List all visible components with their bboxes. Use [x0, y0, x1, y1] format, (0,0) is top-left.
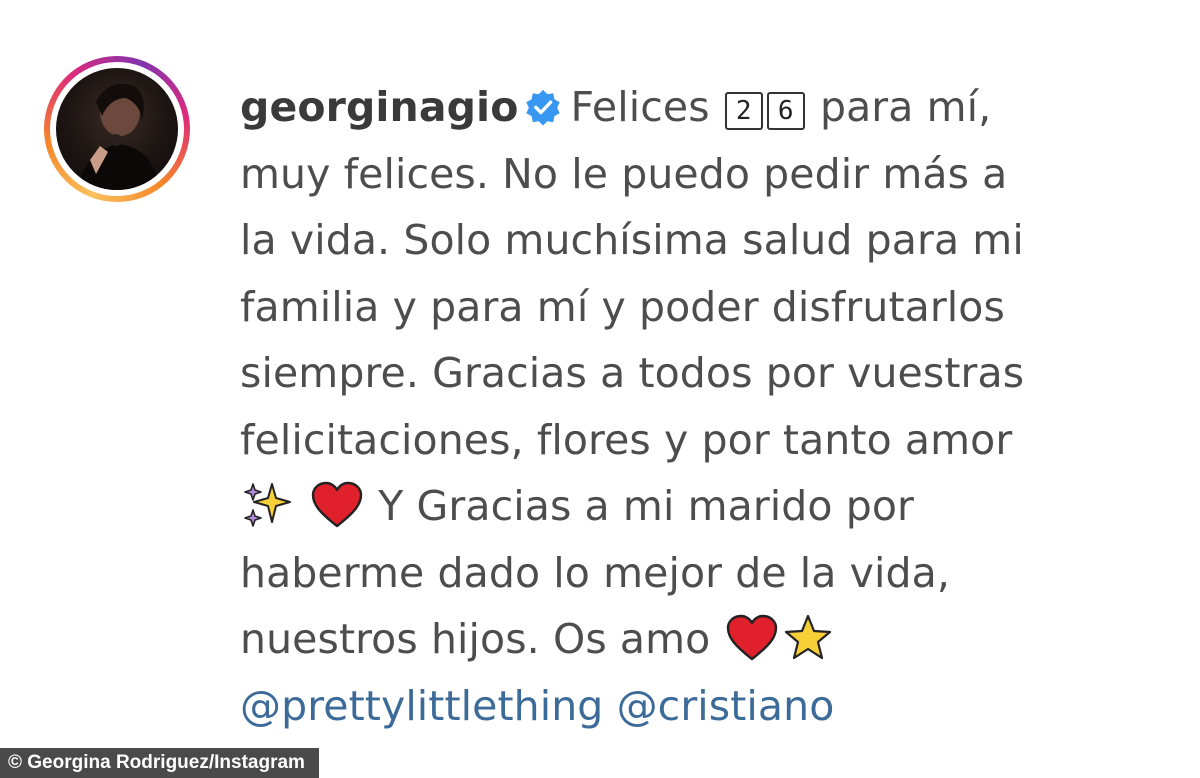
avatar-gap: [50, 62, 184, 196]
caption-line-8: haberme dado lo mejor de la vida,: [240, 548, 950, 597]
verified-badge-icon: [526, 89, 561, 126]
caption-line-1: georginagio Felices 26 para mí,: [240, 74, 1140, 141]
caption-line-10: @prettylittlething @cristiano: [240, 673, 1140, 740]
keycap-digit-6: 6: [766, 92, 805, 130]
post-caption: georginagio Felices 26 para mí, muy feli…: [240, 74, 1140, 739]
caption-text-para-mi: para mí,: [819, 83, 992, 131]
caption-line-3: la vida. Solo muchísima salud para mi: [240, 216, 1024, 264]
avatar-ring[interactable]: [44, 56, 190, 202]
star-emoji-icon: [784, 614, 831, 660]
caption-line-6: felicitaciones, flores y por tanto amor: [240, 415, 1013, 464]
caption-line-2: muy felices. No le puedo pedir más a: [240, 149, 1008, 198]
caption-line-9: nuestros hijos. Os amo: [240, 606, 1140, 673]
caption-line-4: familia y para mí y poder disfrutarlos: [240, 282, 1005, 331]
photo-credit: © Georgina Rodriguez/Instagram: [0, 748, 319, 778]
sparkles-emoji-icon: [244, 483, 291, 527]
red-heart-emoji-icon: [726, 614, 777, 661]
caption-text-os-amo: nuestros hijos. Os amo: [240, 615, 711, 663]
keycap-digit-2: 2: [724, 92, 763, 130]
avatar[interactable]: [56, 68, 178, 190]
avatar-photo-icon: [78, 84, 160, 190]
mention-prettylittlething-link[interactable]: @prettylittlething: [240, 682, 603, 730]
caption-text-gracias-marido: Y Gracias a mi marido por: [378, 482, 915, 530]
red-heart-emoji-icon: [311, 481, 363, 528]
mention-cristiano-link[interactable]: @cristiano: [617, 682, 835, 730]
username-link[interactable]: georginagio: [240, 83, 518, 131]
caption-text-felices: Felices: [570, 83, 710, 131]
caption-line-7: Y Gracias a mi marido por: [240, 473, 1140, 540]
caption-line-5: siempre. Gracias a todos por vuestras: [240, 349, 1025, 397]
